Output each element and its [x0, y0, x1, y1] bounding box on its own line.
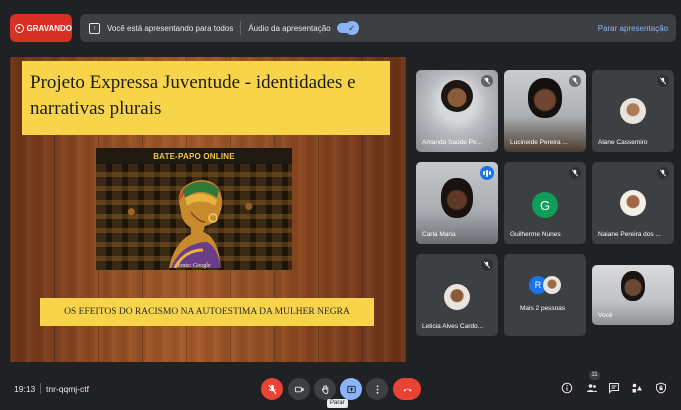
participant-tile[interactable]: G Guilherme Nunes: [504, 162, 586, 244]
participant-avatar: [620, 190, 646, 216]
participant-tile[interactable]: Leticia Alves Cardo...: [416, 254, 498, 336]
activities-icon: [632, 383, 642, 393]
raise-hand-button[interactable]: [314, 378, 336, 400]
participant-avatar: [620, 98, 646, 124]
more-participants-label: Mais 2 pessoas: [520, 305, 566, 312]
mic-toggle-button[interactable]: [261, 378, 283, 400]
mic-off-icon: [569, 167, 581, 179]
more-vert-icon: [376, 384, 378, 394]
participant-tile[interactable]: Naiane Pereira dos ...: [592, 162, 674, 244]
camera-icon: [294, 386, 304, 392]
camera-toggle-button[interactable]: [288, 378, 310, 400]
meeting-code: tnr-qqmj-ctf: [46, 384, 89, 394]
hand-icon: [321, 384, 328, 394]
self-view-tile[interactable]: Você: [592, 265, 674, 325]
check-icon: ✓: [344, 21, 359, 35]
speaking-indicator-icon: [480, 166, 494, 180]
participant-name: Carla Maria: [422, 231, 456, 238]
poster-credit: fonte: Google: [177, 263, 211, 269]
participant-name: Guilherme Nunes: [510, 231, 561, 238]
participant-name: Alane Cassemiro: [598, 139, 648, 146]
divider: [40, 383, 41, 394]
more-options-button[interactable]: [366, 378, 388, 400]
slide-banner: OS EFEITOS DO RACISMO NA AUTOESTIMA DA M…: [40, 298, 374, 326]
chat-icon: [609, 383, 619, 394]
participant-tile[interactable]: Lucineide Pereira ...: [504, 70, 586, 152]
leave-call-button[interactable]: [393, 378, 421, 400]
participant-face: [528, 78, 562, 118]
mic-off-icon: [481, 75, 493, 87]
info-icon: [561, 382, 573, 394]
presentation-slide: Projeto Expressa Juventude - identidades…: [10, 57, 406, 362]
top-bar: GRAVANDO ↑ Você está apresentando para t…: [0, 0, 681, 58]
host-controls-button[interactable]: [654, 381, 668, 395]
participant-tile-active[interactable]: Carla Maria: [416, 162, 498, 244]
record-icon: [15, 23, 24, 33]
present-now-button[interactable]: [340, 378, 362, 400]
present-icon: [346, 385, 356, 393]
meeting-details-button[interactable]: [560, 381, 574, 395]
mic-off-icon: [481, 259, 493, 271]
audio-toggle[interactable]: ✓: [336, 21, 359, 35]
people-count-badge: 11: [589, 371, 600, 380]
participant-face: [441, 178, 473, 218]
participant-face: [441, 80, 473, 112]
activities-button[interactable]: [630, 381, 644, 395]
shield-lock-icon: [656, 382, 666, 394]
people-button[interactable]: [585, 381, 599, 395]
presenting-bar: ↑ Você está apresentando para todos Áudi…: [80, 14, 676, 42]
chat-button[interactable]: [607, 381, 621, 395]
participant-tile[interactable]: Amanda Saúde Pe...: [416, 70, 498, 152]
participant-avatar: G: [532, 192, 558, 218]
poster-title: BATE-PAPO ONLINE: [153, 152, 235, 161]
participant-name: Naiane Pereira dos ...: [598, 231, 661, 238]
participant-tile[interactable]: Alane Cassemiro: [592, 70, 674, 152]
participant-name: Você: [598, 312, 613, 319]
meeting-time: 19:13: [14, 384, 36, 394]
audio-label: Áudio da apresentação: [248, 23, 331, 33]
mic-off-icon: [569, 75, 581, 87]
recording-label: GRAVANDO: [26, 23, 72, 33]
present-screen-icon: ↑: [89, 22, 100, 34]
slide-title: Projeto Expressa Juventude - identidades…: [22, 61, 390, 135]
tooltip: Parar: [327, 399, 348, 408]
mic-off-icon: [657, 75, 669, 87]
mic-off-icon: [267, 384, 277, 394]
participant-face: [621, 271, 645, 301]
event-poster: BATE-PAPO ONLINE fonte: Google: [96, 148, 292, 270]
recording-button[interactable]: GRAVANDO: [10, 14, 72, 42]
woman-profile-illustration: [169, 180, 223, 268]
participant-avatar: [444, 284, 470, 310]
participant-name: Lucineide Pereira ...: [510, 139, 568, 146]
participant-name: Amanda Saúde Pe...: [422, 139, 482, 146]
participant-name: Leticia Alves Cardo...: [422, 323, 484, 330]
people-icon: [587, 384, 597, 392]
divider: [240, 21, 242, 35]
hang-up-icon: [402, 388, 412, 392]
presenting-text: Você está apresentando para todos: [107, 23, 234, 33]
participant-avatar: [543, 276, 561, 294]
stop-presenting-button[interactable]: Parar apresentação: [598, 24, 668, 33]
participant-tile-overflow[interactable]: R Mais 2 pessoas: [504, 254, 586, 336]
mic-off-icon: [657, 167, 669, 179]
